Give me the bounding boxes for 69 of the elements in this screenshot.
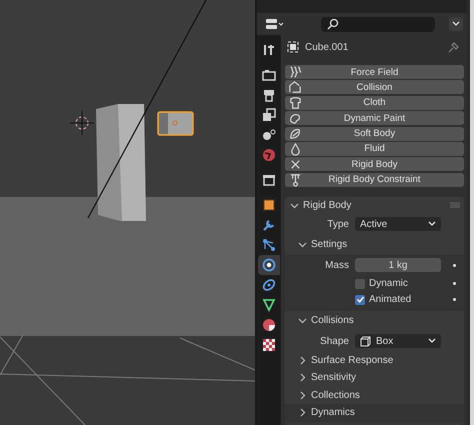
checkmark-icon <box>356 295 364 304</box>
drag-handle-icon[interactable] <box>450 202 460 208</box>
editor-type-button[interactable] <box>265 18 285 30</box>
pin-icon[interactable] <box>448 41 460 53</box>
object-name: Cube.001 <box>305 42 348 52</box>
mass-field[interactable]: 1 kg <box>355 258 441 272</box>
soft-body-icon <box>288 126 302 141</box>
dynamic-paint-icon <box>288 111 302 126</box>
cube-icon <box>360 336 371 347</box>
panel-title[interactable]: Rigid Body <box>303 200 352 211</box>
subpanel-title[interactable]: Settings <box>311 239 348 250</box>
checkbox[interactable]: Animated <box>355 294 441 306</box>
chevron-right-icon[interactable] <box>298 373 307 382</box>
checkbox-box[interactable] <box>355 278 365 289</box>
tool-icon <box>262 43 276 57</box>
fluid-icon <box>288 142 302 156</box>
cloth-icon <box>288 96 302 110</box>
constraint-icon <box>288 172 302 187</box>
caret-icon <box>428 338 436 344</box>
keyframe-dot-icon[interactable] <box>452 282 456 286</box>
subpanel-title[interactable]: Dynamics <box>311 407 355 418</box>
physics-button[interactable]: Rigid Body Constraint <box>285 172 464 187</box>
scene-icon <box>262 128 276 142</box>
nodes-icon <box>262 238 276 252</box>
type-dropdown[interactable]: Active <box>355 217 441 232</box>
caret-icon <box>428 221 436 228</box>
chevron-down-icon[interactable] <box>298 240 307 250</box>
ball-icon <box>262 318 276 332</box>
physics-button[interactable]: Rigid Body <box>285 157 464 172</box>
subpanel-title[interactable]: Collisions <box>311 315 354 326</box>
keyframe-dot-icon[interactable] <box>452 298 456 302</box>
search-field[interactable] <box>321 16 435 32</box>
shape-dropdown[interactable]: Box <box>355 334 441 348</box>
chevron-down-icon[interactable] <box>298 316 307 326</box>
subpanel-title[interactable]: Collections <box>311 390 360 401</box>
box-icon <box>262 173 276 187</box>
mass-label: Mass <box>324 260 349 271</box>
tri-icon <box>262 298 276 312</box>
checker-icon <box>262 338 276 352</box>
physics-button[interactable]: Cloth <box>285 96 464 110</box>
orbit-icon <box>262 258 276 272</box>
physics-button[interactable]: Collision <box>285 80 464 94</box>
shape-label: Shape <box>319 336 349 347</box>
force-field-icon <box>288 65 302 79</box>
chevron-right-icon[interactable] <box>298 356 307 365</box>
chevron-right-icon[interactable] <box>298 390 307 400</box>
checkbox-box[interactable] <box>355 294 365 305</box>
type-label: Type <box>326 218 349 230</box>
physics-button[interactable]: Soft Body <box>285 126 464 141</box>
editor-type-icon <box>265 18 285 30</box>
printer-icon <box>262 88 276 102</box>
subpanel-title[interactable]: Surface Response <box>311 354 394 366</box>
layers-icon <box>262 108 276 122</box>
caret-icon <box>452 21 460 27</box>
checkbox[interactable]: Dynamic <box>355 278 441 290</box>
keyframe-dot-icon[interactable] <box>452 264 456 267</box>
options-dropdown[interactable] <box>449 17 463 31</box>
physics-tab[interactable] <box>258 255 280 275</box>
chevron-down-icon[interactable] <box>290 200 299 210</box>
subpanel-title[interactable]: Sensitivity <box>311 372 356 384</box>
search-icon <box>327 18 339 30</box>
physics-button[interactable]: Dynamic Paint <box>285 111 464 126</box>
square-icon <box>262 198 276 212</box>
link-icon <box>262 278 276 292</box>
object-icon <box>287 41 299 53</box>
chevron-right-icon[interactable] <box>298 408 307 418</box>
wrench-icon <box>262 218 276 232</box>
physics-button[interactable]: Force Field <box>285 65 464 79</box>
physics-button[interactable]: Fluid <box>285 142 464 156</box>
